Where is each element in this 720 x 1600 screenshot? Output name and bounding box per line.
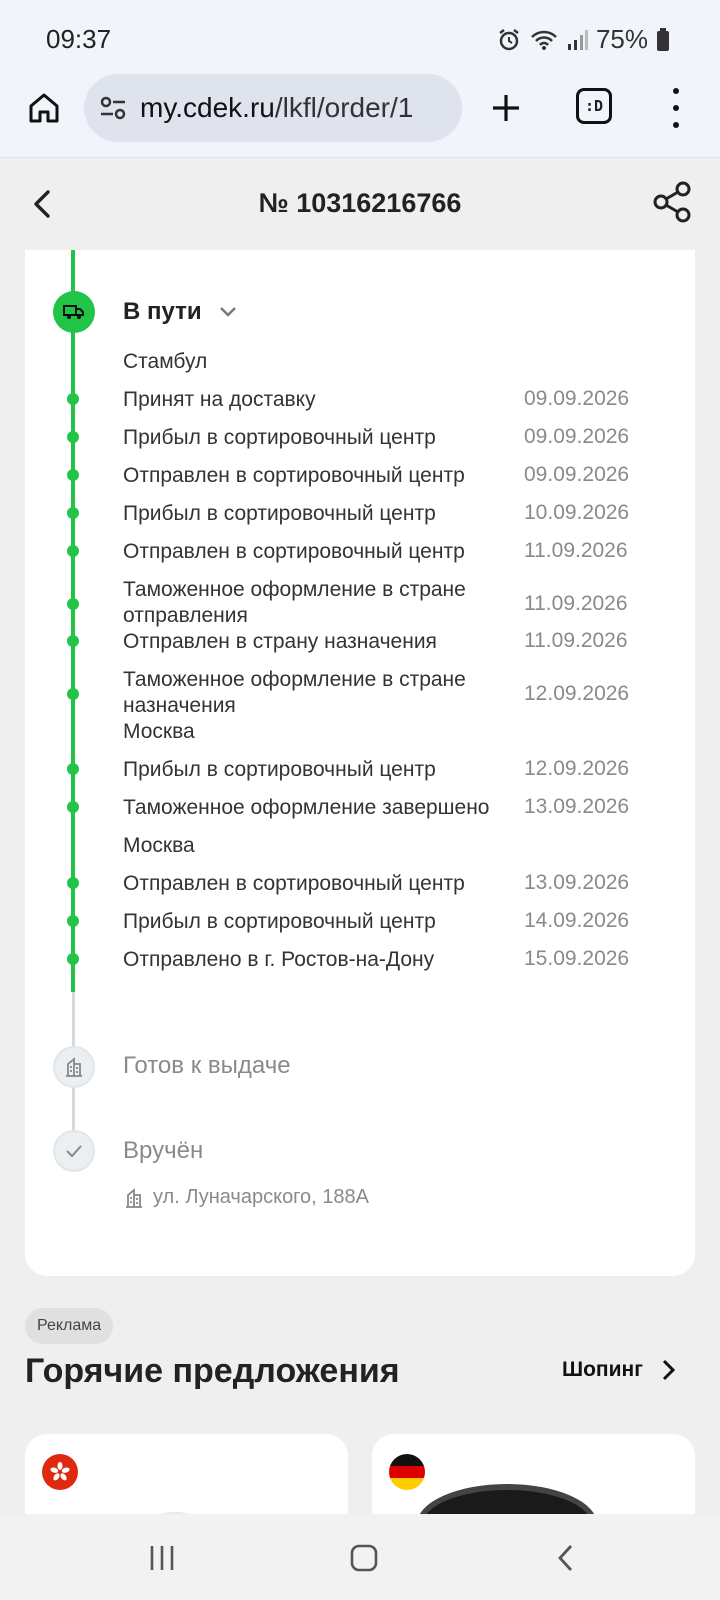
tracking-event-text: Таможенное оформление завершено xyxy=(123,796,490,819)
tracking-event-date: 13.09.2026 xyxy=(524,871,630,894)
in-transit-status xyxy=(53,291,95,333)
truck-icon xyxy=(63,305,84,319)
timeline-dot xyxy=(67,801,79,813)
tracking-event-date: 10.09.2026 xyxy=(524,501,630,524)
tracking-event-date: 12.09.2026 xyxy=(524,757,630,780)
ad-badge: Реклама xyxy=(25,1308,114,1344)
stage-in-transit-label: В пути xyxy=(123,298,202,325)
pickup-address-text: ул. Луначарского, 188А xyxy=(153,1186,369,1208)
building-icon xyxy=(66,1057,82,1077)
tracking-event-text: Прибыл в сортировочный центр xyxy=(123,502,436,525)
stage-ready-for-pickup: Готов к выдаче xyxy=(123,1052,291,1079)
promo-card-hongkong[interactable] xyxy=(25,1434,348,1514)
chevron-down-icon xyxy=(219,307,236,317)
tracking-event-text: Принят на доставку xyxy=(123,388,316,411)
home-nav-button[interactable] xyxy=(342,1536,386,1580)
tracking-event-text: Отправлен в сортировочный центр xyxy=(123,540,465,563)
stage-in-transit[interactable]: В пути xyxy=(123,298,238,326)
tracking-event-date: 11.09.2026 xyxy=(524,539,628,562)
tracking-event-text: Таможенное оформление в стране отправлен… xyxy=(123,578,466,627)
tracking-event-text: Отправлено в г. Ростов-на-Дону xyxy=(123,948,435,971)
timeline-dot xyxy=(67,507,79,519)
timeline-dot xyxy=(67,915,79,927)
timeline-dot xyxy=(67,393,79,405)
timeline-dot xyxy=(67,953,79,965)
germany-flag-icon xyxy=(389,1454,425,1490)
tracking-event-text: Таможенное оформление в стране назначени… xyxy=(123,668,466,717)
system-navigation-bar xyxy=(0,1514,720,1600)
tracking-event-text: Отправлен в страну назначения xyxy=(123,630,437,653)
tracking-event-text: Прибыл в сортировочный центр xyxy=(123,426,436,449)
product-image xyxy=(417,1484,597,1514)
recent-apps-icon xyxy=(150,1546,174,1570)
tracking-card: В пути Стамбул Принят на доставку 09.09.202… xyxy=(25,250,695,1276)
timeline-dot xyxy=(67,688,79,700)
ready-status xyxy=(53,1046,95,1088)
tracking-event-date: 09.09.2026 xyxy=(524,463,630,486)
timeline-dot xyxy=(67,763,79,775)
tracking-event-date: 12.09.2026 xyxy=(524,682,630,705)
tracking-event-text: Прибыл в сортировочный центр xyxy=(123,758,436,781)
tracking-event-text: Отправлен в сортировочный центр xyxy=(123,872,465,895)
tracking-event-date: 13.09.2026 xyxy=(524,795,630,818)
delivered-status xyxy=(53,1130,95,1172)
tracking-city: Москва xyxy=(123,834,195,857)
chevron-right-icon xyxy=(662,1359,676,1381)
tracking-event-date: 11.09.2026 xyxy=(524,592,628,615)
tracking-event-date: 11.09.2026 xyxy=(524,629,628,652)
hot-offers-title: Горячие предложения xyxy=(25,1352,400,1390)
tracking-event-text: Отправлен в сортировочный центр xyxy=(123,464,465,487)
timeline-dot xyxy=(67,635,79,647)
home-square-icon xyxy=(350,1544,378,1572)
stage-delivered: Вручён xyxy=(123,1137,204,1164)
tracking-event-date: 09.09.2026 xyxy=(524,425,630,448)
hong-kong-flag-icon xyxy=(42,1454,78,1490)
back-nav-button[interactable] xyxy=(544,1536,588,1580)
tracking-city: Москва xyxy=(123,720,195,743)
timeline-dot xyxy=(67,545,79,557)
tracking-event-date: 14.09.2026 xyxy=(524,909,630,932)
check-icon xyxy=(66,1145,82,1158)
tracking-city: Стамбул xyxy=(123,350,208,373)
timeline-dot xyxy=(67,469,79,481)
tracking-event-text: Прибыл в сортировочный центр xyxy=(123,910,436,933)
tracking-event-date: 15.09.2026 xyxy=(524,947,630,970)
back-chevron-icon xyxy=(558,1545,573,1571)
shopping-link[interactable]: Шопинг xyxy=(562,1358,677,1382)
pickup-address: ул. Луначарского, 188А xyxy=(123,1186,369,1209)
recent-apps-button[interactable] xyxy=(140,1536,184,1580)
building-icon xyxy=(126,1187,142,1208)
promo-card-germany[interactable] xyxy=(372,1434,695,1514)
shopping-link-label: Шопинг xyxy=(562,1358,643,1381)
timeline-dot xyxy=(67,598,79,610)
timeline-dot xyxy=(67,431,79,443)
tracking-event-date: 09.09.2026 xyxy=(524,387,630,410)
timeline-dot xyxy=(67,877,79,889)
